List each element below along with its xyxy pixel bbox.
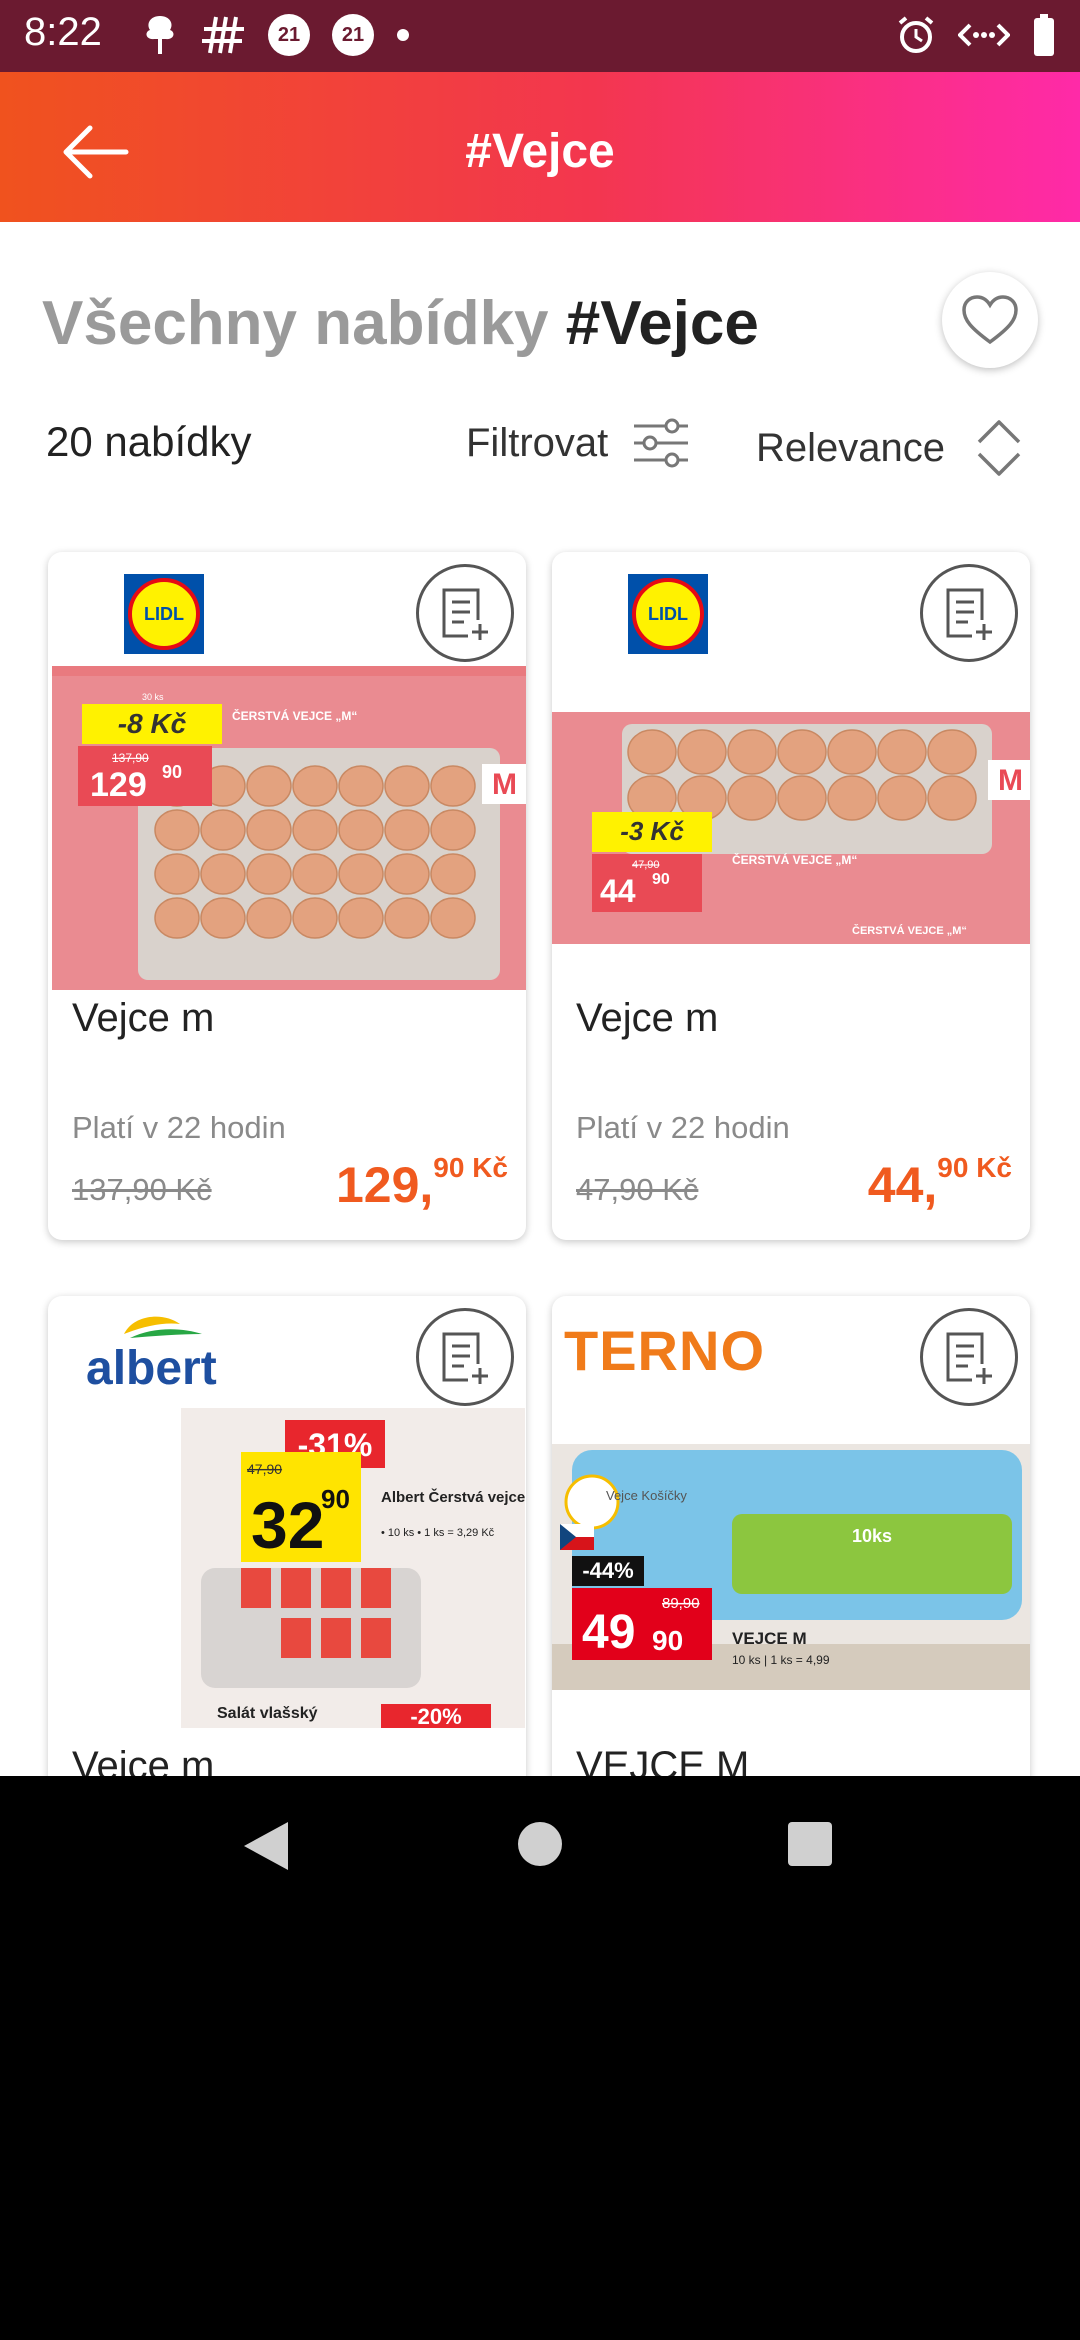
add-to-list-button[interactable] <box>416 1308 514 1406</box>
notification-icons: 21 21 <box>140 14 410 56</box>
filter-button[interactable]: Filtrovat <box>466 418 690 468</box>
flyer-old-price: 47,90 <box>632 859 660 871</box>
sort-label: Relevance <box>756 425 946 470</box>
add-to-list-button[interactable] <box>416 564 514 662</box>
data-saver-icon <box>958 23 1010 47</box>
flyer-bottom: Salát vlašský <box>217 1705 318 1722</box>
offer-price-cents: 90 Kč <box>937 1152 1012 1183</box>
offer-price: 44,90 Kč <box>867 1152 1012 1214</box>
add-to-list-icon <box>946 1332 992 1384</box>
page-title-tag: #Vejce <box>565 289 759 358</box>
add-to-list-icon <box>442 588 488 640</box>
flyer-price-cents: 90 <box>652 871 670 888</box>
battery-icon <box>1034 14 1054 56</box>
sort-chevrons-icon <box>977 420 1021 476</box>
offer-count: 20 nabídky <box>46 418 252 465</box>
albert-logo: albert <box>86 1316 217 1392</box>
flyer-discount: -3 Kč <box>620 816 684 846</box>
flyer-sub: • 10 ks • 1 ks = 3,29 Kč <box>381 1527 495 1539</box>
tree-icon <box>146 16 174 54</box>
flyer-pack: 30 ks <box>142 692 164 702</box>
offer-name: Vejce m <box>72 1744 215 1776</box>
flyer-discount: -8 Kč <box>118 708 187 739</box>
sort-button[interactable]: Relevance <box>756 418 1023 478</box>
flyer-old-price: 47,90 <box>247 1461 282 1477</box>
flyer-brand: Vejce Košíčky <box>606 1488 687 1503</box>
page-title-muted: Všechny nabídky <box>42 289 549 358</box>
offer-image: -3 Kč 47,90 44 90 ČERSTVÁ VEJCE „M“ ČERS… <box>552 712 1030 944</box>
flyer-footer: ČERSTVÁ VEJCE „M“ <box>852 924 967 937</box>
status-bar: 8:22 21 21 <box>0 0 1080 72</box>
store-logo-text: LIDL <box>144 604 184 624</box>
flyer-discount: -44% <box>582 1558 633 1583</box>
dot-icon <box>397 29 409 41</box>
flyer-title: VEJCE M <box>732 1629 807 1648</box>
flyer-title: ČERSTVÁ VEJCE „M“ <box>232 708 357 723</box>
lidl-logo: LIDL <box>628 574 708 654</box>
flyer-letter: M <box>998 764 1023 797</box>
flyer-old-price: 89,90 <box>662 1595 700 1612</box>
hashtag-icon <box>202 16 244 54</box>
offers-content: Všechny nabídky #Vejce 20 nabídky Filtro… <box>0 222 1080 1776</box>
flyer-title: ČERSTVÁ VEJCE „M“ <box>732 852 857 867</box>
offer-price-main: 129, <box>335 1157 434 1213</box>
offer-name: Vejce m <box>72 996 215 1040</box>
status-time: 8:22 <box>24 10 102 54</box>
page-title: Všechny nabídky #Vejce <box>42 288 759 359</box>
offer-price: 129,90 Kč <box>335 1152 508 1214</box>
flyer-letter: M <box>492 768 517 801</box>
offer-price-cents: 90 Kč <box>433 1152 508 1183</box>
flyer-price-main: 49 <box>582 1606 635 1659</box>
nav-home-icon[interactable] <box>516 1820 564 1868</box>
add-to-list-icon <box>442 1332 488 1384</box>
offer-image: 30 ks -8 Kč ČERSTVÁ VEJCE „M“ 137,90 129… <box>52 666 526 990</box>
flyer-sub: 10 ks | 1 ks = 4,99 <box>732 1653 830 1667</box>
offer-validity: Platí v 22 hodin <box>72 1110 286 1145</box>
app-bar: #Vejce <box>0 72 1080 222</box>
flyer-price-main: 129 <box>90 766 147 804</box>
favorite-button[interactable] <box>942 272 1038 368</box>
offer-card[interactable]: albert -31% 47,90 32 90 Albert Čerstvá v… <box>48 1296 526 1776</box>
offer-card[interactable]: LIDL -3 Kč 47,90 44 90 ČERSTVÁ VEJCE „M“… <box>552 552 1030 1240</box>
terno-logo: TERNO <box>564 1319 765 1382</box>
flyer-bottom-badge: -20% <box>410 1704 461 1728</box>
flyer-old-price: 137,90 <box>112 751 149 765</box>
navigation-bar <box>0 1776 1080 1916</box>
offer-name: VEJCE M <box>576 1744 750 1776</box>
flyer-price-main: 44 <box>600 873 636 909</box>
app-bar-title: #Vejce <box>465 125 615 178</box>
offer-name: Vejce m <box>576 996 719 1040</box>
store-logo-text: LIDL <box>648 604 688 624</box>
filter-sliders-icon <box>634 418 689 468</box>
system-icons <box>896 14 1056 56</box>
nav-back-icon[interactable] <box>240 1818 290 1874</box>
alarm-icon <box>898 16 934 53</box>
flyer-title: Albert Čerstvá vejce M <box>381 1488 526 1506</box>
offer-price-main: 44, <box>867 1157 938 1213</box>
offer-card[interactable]: LIDL 30 ks -8 Kč ČERSTVÁ VEJCE „M“ 137,9… <box>48 552 526 1240</box>
offer-old-price: 137,90 Kč <box>72 1172 212 1207</box>
offer-validity: Platí v 22 hodin <box>576 1110 790 1145</box>
nav-recents-icon[interactable] <box>786 1820 834 1868</box>
offer-image: Vejce Košíčky 10ks -44% 89,90 49 90 VEJC… <box>552 1444 1030 1690</box>
badge-icon-2: 21 <box>332 14 374 56</box>
offer-old-price: 47,90 Kč <box>576 1172 699 1207</box>
offer-image: -31% 47,90 32 90 Albert Čerstvá vejce M … <box>181 1408 526 1728</box>
flyer-pack: 10ks <box>852 1526 892 1546</box>
store-logo-text: albert <box>86 1342 217 1392</box>
lidl-logo: LIDL <box>124 574 204 654</box>
filter-label: Filtrovat <box>466 420 609 465</box>
flyer-price-cents: 90 <box>652 1625 683 1656</box>
flyer-price-cents: 90 <box>162 762 182 782</box>
add-to-list-icon <box>946 588 992 640</box>
add-to-list-button[interactable] <box>920 1308 1018 1406</box>
flyer-price-cents: 90 <box>321 1484 350 1514</box>
heart-icon <box>962 295 1018 345</box>
offer-card[interactable]: TERNO Vejce Košíčky 10ks -44% 89,90 49 9… <box>552 1296 1030 1776</box>
add-to-list-button[interactable] <box>920 564 1018 662</box>
flyer-price-main: 32 <box>251 1488 324 1562</box>
badge-icon-1: 21 <box>268 14 310 56</box>
